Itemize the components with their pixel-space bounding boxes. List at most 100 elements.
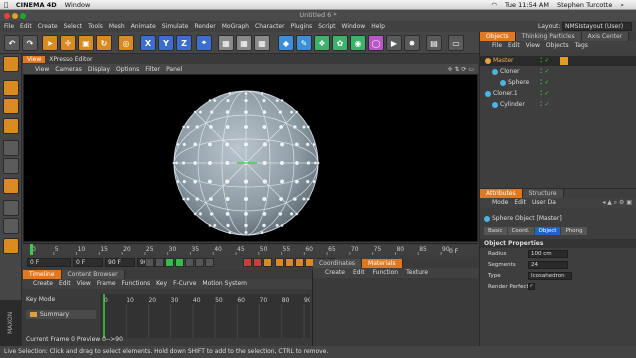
clock[interactable]: Tue 11:54 AM [505,1,549,9]
attr-menu-mode[interactable]: Mode [492,198,508,208]
timeline-ruler[interactable]: 0 5 10 15 20 25 30 35 40 45 50 55 60 65 70 75 80 85 90 0 F [23,243,478,256]
points-mode-icon[interactable] [3,118,19,134]
tab-structure[interactable]: Structure [522,189,564,198]
mat-menu-texture[interactable]: Texture [406,268,428,278]
viewport-nav-icons[interactable]: ✢ ⇅ ⟳ ▭ [448,66,474,73]
snap-icon[interactable] [3,218,19,234]
goto-start-icon[interactable] [145,258,154,267]
move-icon[interactable]: ✛ [60,35,76,51]
menu-animate[interactable]: Animate [131,23,156,30]
tab-objects[interactable]: Objects [480,32,516,41]
lock-icon[interactable]: ▤ [426,35,442,51]
subtab-basic[interactable]: Basic [484,227,507,235]
rotate-icon[interactable]: ↻ [96,35,112,51]
menu-character[interactable]: Character [255,23,285,30]
radius-field[interactable]: 100 cm [528,250,568,258]
scale-icon[interactable]: ▣ [78,35,94,51]
tl-menu-edit[interactable]: Edit [59,279,71,289]
menu-plugins[interactable]: Plugins [291,23,313,30]
spotlight-icon[interactable]: ⌕ [620,1,624,10]
polygons-mode-icon[interactable] [3,158,19,174]
model-mode-icon[interactable] [3,80,19,96]
tab-content-browser[interactable]: Content Browser [61,270,125,279]
visibility-icon[interactable]: ⁚ ✓ [540,100,549,110]
key-scale-icon[interactable] [285,258,294,267]
prev-frame-icon[interactable] [165,258,174,267]
render-perfect-checkbox[interactable]: ✓ [528,283,535,290]
environment-icon[interactable]: ◯ [368,35,384,51]
key-position-icon[interactable] [275,258,284,267]
tweak-mode-icon[interactable] [3,200,19,216]
sphere-object[interactable] [24,75,479,243]
select-arrow-icon[interactable]: ➤ [42,35,58,51]
timeline-graph[interactable]: 0 10 20 30 40 50 60 70 80 90 [100,294,312,338]
menu-select[interactable]: Select [64,23,83,30]
user-name[interactable]: Stephen Turcotte [557,1,612,9]
folder-icon[interactable]: ▭ [448,35,464,51]
tab-view[interactable]: View [23,55,46,63]
render-settings-icon[interactable]: ▦ [254,35,270,51]
mat-menu-function[interactable]: Function [373,268,399,278]
visibility-icon[interactable]: ⁚ ✓ [540,67,549,77]
tab-timeline[interactable]: Timeline [23,270,62,279]
next-key-icon[interactable] [195,258,204,267]
menu-simulate[interactable]: Simulate [162,23,189,30]
tl-menu-view[interactable]: View [77,279,91,289]
wifi-icon[interactable]: ◠ [491,1,497,9]
visibility-icon[interactable]: ⁚ ✓ [540,89,549,99]
segments-field[interactable]: 24 [528,261,568,269]
tl-menu-create[interactable]: Create [33,279,53,289]
menu-file[interactable]: File [4,23,14,30]
last-tool-icon[interactable]: ◎ [118,35,134,51]
menu-tools[interactable]: Tools [88,23,103,30]
tab-xpresso[interactable]: XPresso Editor [45,56,96,63]
summary-row[interactable]: Summary [26,310,96,319]
current-frame-field[interactable]: 0 F [73,258,103,267]
mat-menu-edit[interactable]: Edit [353,268,365,278]
obj-menu-file[interactable]: File [492,41,502,51]
close-icon[interactable] [4,13,10,19]
tl-menu-fcurve[interactable]: F-Curve [173,279,196,289]
start-frame-field[interactable]: 0 F [27,258,71,267]
obj-menu-edit[interactable]: Edit [508,41,520,51]
record-icon[interactable] [243,258,252,267]
tl-menu-motion-system[interactable]: Motion System [202,279,247,289]
menu-window[interactable]: Window [342,23,366,30]
type-select[interactable]: Icosahedron [528,272,572,280]
next-frame-icon[interactable] [185,258,194,267]
tl-menu-frame[interactable]: Frame [97,279,116,289]
keyframe-selection-icon[interactable] [263,258,272,267]
tab-thinking-particles[interactable]: Thinking Particles [515,32,582,41]
minimize-icon[interactable] [12,13,18,19]
cube-icon[interactable]: ◆ [278,35,294,51]
subtab-object[interactable]: Object [534,227,561,235]
object-row-cloner[interactable]: Cloner ⁚ ✓ [480,67,636,77]
viewport[interactable] [23,74,478,242]
vp-menu-filter[interactable]: Filter [145,66,160,73]
menu-mesh[interactable]: Mesh [109,23,125,30]
vp-menu-display[interactable]: Display [88,66,110,73]
vp-menu-options[interactable]: Options [116,66,139,73]
attr-menu-edit[interactable]: Edit [514,198,526,208]
texture-mode-icon[interactable] [3,98,19,114]
undo-icon[interactable]: ↶ [4,35,20,51]
app-menu[interactable]: CINEMA 4D [16,1,57,9]
axis-z-button[interactable]: Z [176,35,192,51]
obj-menu-view[interactable]: View [526,41,540,51]
end-frame-field[interactable]: 90 F [105,258,135,267]
object-row-cloner-1[interactable]: Cloner.1 ⁚ ✓ [480,89,636,99]
pen-icon[interactable]: ✎ [296,35,312,51]
axis-x-button[interactable]: X [140,35,156,51]
edges-mode-icon[interactable] [3,140,19,156]
object-row-cylinder[interactable]: Cylinder ⁚ ✓ [480,100,636,110]
menu-help[interactable]: Help [371,23,385,30]
menu-script[interactable]: Script [318,23,335,30]
array-icon[interactable]: ✿ [332,35,348,51]
tab-materials[interactable]: Materials [362,259,403,268]
layout-select[interactable]: NMSIstayout (User) [562,22,632,31]
workplane-icon[interactable] [3,238,19,254]
object-row-sphere[interactable]: Sphere ⁚ ✓ [480,78,636,88]
vp-menu-view[interactable]: View [35,66,49,73]
subtab-coord[interactable]: Coord. [507,227,534,235]
tl-menu-key[interactable]: Key [156,279,167,289]
